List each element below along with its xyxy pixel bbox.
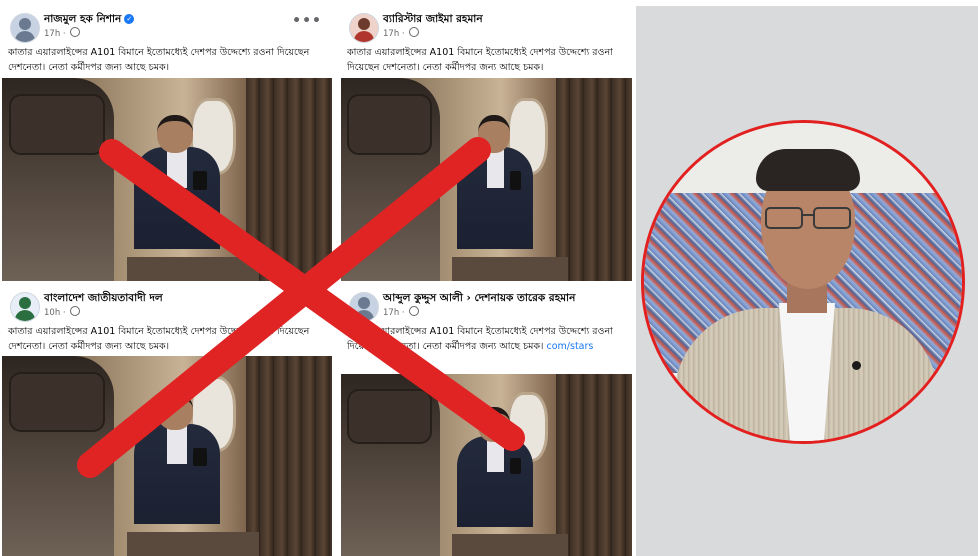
post-caption: কাতার এয়ারলাইন্সের A101 বিমানে ইতোমধ্যে… xyxy=(8,47,310,73)
post-caption: কাতার এয়ারলাইন্সের A101 বিমানে ইতোমধ্যে… xyxy=(347,47,613,73)
post-header: আব্দুল কুদ্দুস আলী › দেশনায়ক তারেক রহমা… xyxy=(341,284,632,324)
post-header: ব্যারিস্টার জাইমা রহমান 17h · xyxy=(341,5,632,45)
globe-icon xyxy=(409,306,420,316)
fact-check-collage: নাজমুল হক নিশান ✓ 17h · ••• কাতার এয়ারলা… xyxy=(0,0,635,556)
post-caption: কাতার এয়ারলাইন্সের A101 বিমানে ইতোমধ্যে… xyxy=(347,326,613,352)
more-options-icon[interactable]: ••• xyxy=(292,13,322,29)
facebook-post-2: ব্যারিস্টার জাইমা রহমান 17h · কাতার এয়া… xyxy=(341,5,632,281)
globe-icon xyxy=(70,306,81,316)
author-avatar[interactable] xyxy=(10,292,40,322)
post-photo[interactable] xyxy=(2,356,332,556)
post-time[interactable]: 17h · xyxy=(383,27,420,39)
circular-portrait-photo xyxy=(641,120,965,444)
post-caption: কাতার এয়ারলাইন্সের A101 বিমানে ইতোমধ্যে… xyxy=(8,326,310,352)
post-header: বাংলাদেশ জাতীয়তাবাদী দল 10h · xyxy=(2,284,332,324)
lapel-mic-icon xyxy=(852,361,861,370)
verified-badge-icon: ✓ xyxy=(124,14,135,24)
author-avatar[interactable] xyxy=(10,13,40,43)
post-photo[interactable] xyxy=(341,78,632,281)
post-time[interactable]: 17h · xyxy=(383,306,420,318)
facebook-post-4: আব্দুল কুদ্দুস আলী › দেশনায়ক তারেক রহমা… xyxy=(341,284,632,556)
facebook-post-1: নাজমুল হক নিশান ✓ 17h · ••• কাতার এয়ারলা… xyxy=(2,5,332,281)
portrait-panel xyxy=(636,0,978,556)
post-time[interactable]: 17h · xyxy=(44,27,81,39)
author-avatar[interactable] xyxy=(349,13,379,43)
post-header: নাজমুল হক নিশান ✓ 17h · ••• xyxy=(2,5,332,45)
author-avatar[interactable] xyxy=(349,292,379,322)
globe-icon xyxy=(70,27,81,37)
post-photo[interactable] xyxy=(2,78,332,281)
post-time[interactable]: 10h · xyxy=(44,306,81,318)
facebook-post-3: বাংলাদেশ জাতীয়তাবাদী দল 10h · কাতার এয়… xyxy=(2,284,332,556)
post-photo[interactable] xyxy=(341,374,632,556)
glasses xyxy=(765,207,851,229)
post-link[interactable]: com/stars xyxy=(547,341,594,352)
globe-icon xyxy=(409,27,420,37)
